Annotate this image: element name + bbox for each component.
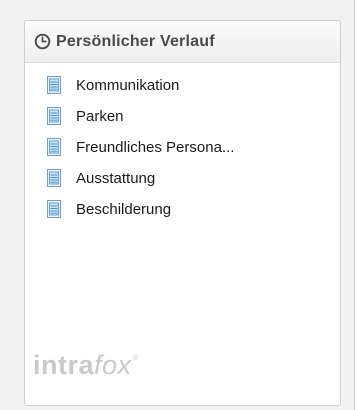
panel-title: Persönlicher Verlauf <box>56 32 215 50</box>
document-icon <box>47 138 61 156</box>
panel-header: Persönlicher Verlauf <box>25 21 340 63</box>
list-item-label[interactable]: Kommunikation <box>76 77 179 94</box>
clock-icon <box>34 33 51 50</box>
list-item[interactable]: Beschilderung <box>47 200 234 218</box>
logo-registered-mark: ® <box>132 353 139 362</box>
list-item[interactable]: Kommunikation <box>47 76 234 94</box>
logo-text-fox: fox <box>94 350 132 380</box>
list-item[interactable]: Freundliches Persona... <box>47 138 234 156</box>
list-item-label[interactable]: Beschilderung <box>76 201 171 218</box>
list-item-label[interactable]: Freundliches Persona... <box>76 139 234 156</box>
list-item[interactable]: Ausstattung <box>47 169 234 187</box>
history-panel: Persönlicher Verlauf Kommunikation Parke… <box>24 20 341 406</box>
history-list: Kommunikation Parken Freundliches Person… <box>47 76 234 232</box>
logo-text-intra: intra <box>33 350 95 380</box>
document-icon <box>47 76 61 94</box>
list-item-label[interactable]: Parken <box>76 108 124 125</box>
list-item[interactable]: Parken <box>47 107 234 125</box>
document-icon <box>47 169 61 187</box>
sidebar-column: Persönlicher Verlauf Kommunikation Parke… <box>0 0 355 410</box>
document-icon <box>47 107 61 125</box>
intrafox-logo: intrafox® <box>33 352 139 379</box>
list-item-label[interactable]: Ausstattung <box>76 170 155 187</box>
document-icon <box>47 200 61 218</box>
